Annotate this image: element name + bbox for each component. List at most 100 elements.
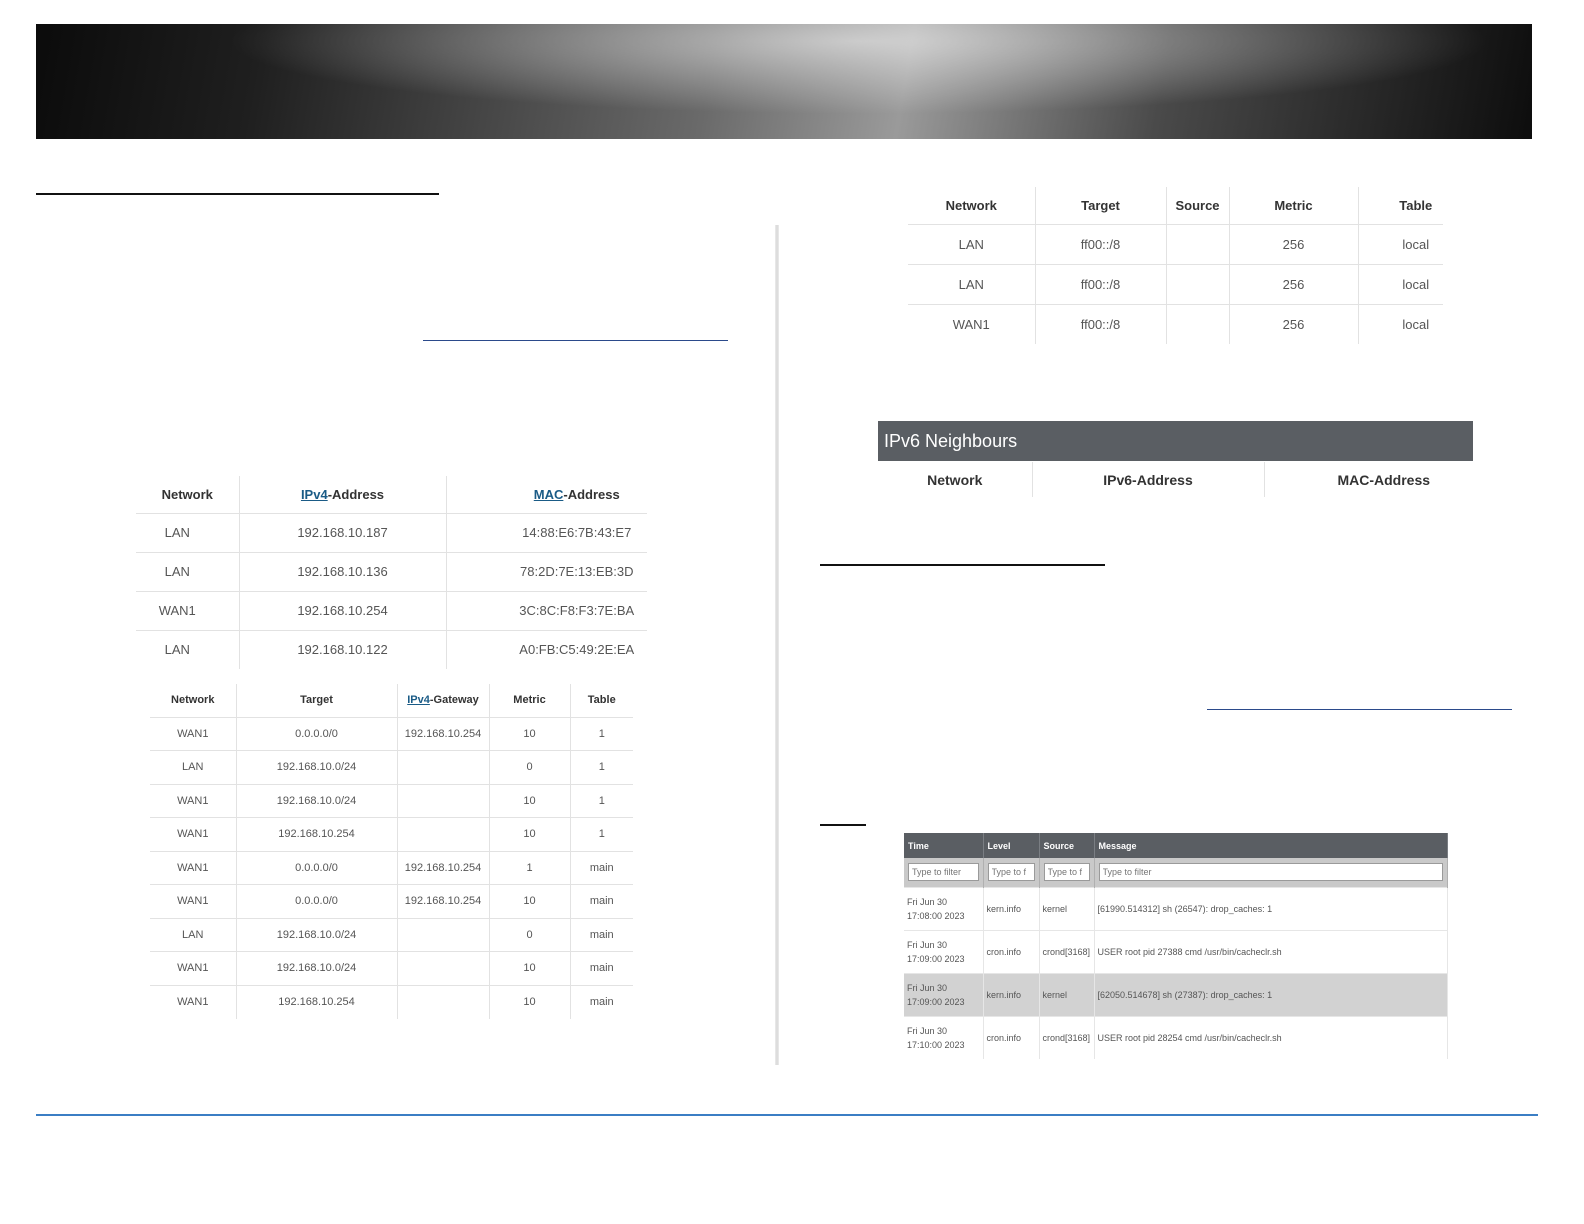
cell-target: ff00::/8 bbox=[1035, 303, 1167, 344]
table-header-row: Network IPv6-Address MAC-Address bbox=[878, 462, 1473, 497]
time-filter-input[interactable] bbox=[908, 863, 979, 882]
cell-target: 0.0.0.0/0 bbox=[236, 850, 398, 885]
log-message: USER root pid 28254 cmd /usr/bin/cachecl… bbox=[1094, 1015, 1448, 1059]
filter-cell-time bbox=[904, 858, 984, 887]
table-header-row: Network Target Source Metric Table bbox=[908, 187, 1443, 224]
col-ipv4-address: IPv4-Address bbox=[239, 476, 447, 513]
gateway-suffix: -Gateway bbox=[429, 694, 479, 707]
link-underline-left[interactable] bbox=[423, 340, 728, 341]
cell-metric: 256 bbox=[1229, 223, 1359, 264]
log-source: kernel bbox=[1039, 886, 1095, 930]
log-level: kern.info bbox=[983, 886, 1040, 930]
message-filter-input[interactable] bbox=[1098, 863, 1443, 882]
cell-gateway bbox=[397, 917, 490, 952]
cell-metric: 256 bbox=[1229, 263, 1359, 304]
col-network: Network bbox=[878, 462, 1033, 497]
col-source[interactable]: Source bbox=[1039, 833, 1095, 858]
cell-table: main bbox=[570, 884, 633, 918]
cell-metric: 10 bbox=[489, 984, 571, 1019]
cell-table: local bbox=[1358, 263, 1443, 304]
mac-suffix: -Address bbox=[563, 486, 620, 502]
log-message: [61990.514312] sh (26547): drop_caches: … bbox=[1094, 886, 1448, 930]
col-mac-address: MAC-Address bbox=[1337, 471, 1431, 488]
cell-network: LAN bbox=[150, 750, 237, 784]
log-level: cron.info bbox=[983, 1015, 1040, 1059]
cell-metric: 10 bbox=[489, 884, 571, 918]
footer-line bbox=[36, 1114, 1538, 1116]
cell-network: LAN bbox=[136, 629, 240, 669]
source-filter-input[interactable] bbox=[1043, 863, 1090, 882]
log-row: Fri Jun 30 17:08:00 2023 kern.info kerne… bbox=[904, 886, 1448, 930]
cell-target: 192.168.10.254 bbox=[236, 817, 398, 851]
cell-ipv4: 192.168.10.122 bbox=[239, 629, 447, 669]
cell-metric: 0 bbox=[489, 917, 571, 952]
header-banner bbox=[36, 24, 1532, 139]
col-message[interactable]: Message bbox=[1094, 833, 1448, 858]
ipv6-routes-table: Network Target Source Metric Table LAN ff… bbox=[908, 187, 1443, 344]
log-row: Fri Jun 30 17:10:00 2023 cron.info crond… bbox=[904, 1015, 1448, 1059]
cell-gateway bbox=[397, 783, 490, 818]
table-row: WAN1 192.168.10.254 10 main bbox=[150, 984, 633, 1019]
col-level[interactable]: Level bbox=[983, 833, 1040, 858]
cell-metric: 256 bbox=[1229, 303, 1359, 344]
col-ipv6-address: IPv6-Address bbox=[1032, 462, 1265, 497]
cell-metric: 10 bbox=[489, 951, 571, 985]
col-target: Target bbox=[1035, 187, 1167, 224]
link-underline-right[interactable] bbox=[1207, 709, 1512, 710]
cell-network: WAN1 bbox=[150, 817, 237, 851]
cell-network: WAN1 bbox=[150, 783, 237, 818]
table-header-row: Network Target IPv4-Gateway Metric Table bbox=[150, 684, 633, 717]
ipv4-suffix: -Address bbox=[327, 486, 385, 502]
log-time: Fri Jun 30 17:08:00 2023 bbox=[904, 886, 984, 930]
section-rule-right bbox=[820, 564, 1105, 566]
cell-mac: 3C:8C:F8:F3:7E:BA bbox=[446, 590, 647, 630]
col-ipv4-gateway: IPv4-Gateway bbox=[397, 684, 490, 717]
cell-metric: 0 bbox=[489, 750, 571, 784]
log-level: cron.info bbox=[983, 929, 1040, 973]
table-row: LAN 192.168.10.0/24 0 main bbox=[150, 917, 633, 952]
cell-table: local bbox=[1358, 303, 1443, 344]
cell-metric: 10 bbox=[489, 716, 571, 751]
table-header-row: Time Level Source Message bbox=[904, 833, 1448, 858]
col-metric: Metric bbox=[1229, 187, 1359, 224]
cell-mac: 78:2D:7E:13:EB:3D bbox=[446, 551, 647, 591]
log-source: crond[3168] bbox=[1039, 929, 1095, 973]
level-filter-input[interactable] bbox=[987, 863, 1035, 882]
filter-row bbox=[904, 858, 1448, 887]
mac-link[interactable]: MAC bbox=[534, 487, 564, 502]
table-row: LAN ff00::/8 256 local bbox=[908, 223, 1443, 264]
log-row: Fri Jun 30 17:09:00 2023 kern.info kerne… bbox=[904, 972, 1448, 1016]
cell-target: 192.168.10.0/24 bbox=[236, 750, 398, 784]
cell-source bbox=[1166, 263, 1230, 304]
table-header-row: Network IPv4-Address MAC-Address bbox=[136, 476, 647, 513]
cell-gateway bbox=[397, 984, 490, 1019]
cell-network: LAN bbox=[908, 223, 1036, 264]
cell-network: LAN bbox=[908, 263, 1036, 304]
table-row: LAN 192.168.10.187 14:88:E6:7B:43:E7 bbox=[136, 512, 647, 552]
col-network: Network bbox=[908, 187, 1036, 224]
table-row: WAN1 ff00::/8 256 local bbox=[908, 303, 1443, 344]
ipv4-link[interactable]: IPv4 bbox=[301, 487, 328, 502]
cell-target: 0.0.0.0/0 bbox=[236, 716, 398, 751]
ipv4-gateway-link[interactable]: IPv4 bbox=[407, 694, 430, 706]
col-time[interactable]: Time bbox=[904, 833, 984, 858]
cell-network: WAN1 bbox=[150, 951, 237, 985]
cell-network: LAN bbox=[136, 551, 240, 591]
table-row: LAN 192.168.10.122 A0:FB:C5:49:2E:EA bbox=[136, 629, 647, 669]
cell-target: ff00::/8 bbox=[1035, 263, 1167, 304]
table-row: WAN1 0.0.0.0/0 192.168.10.254 10 main bbox=[150, 884, 633, 918]
page-divider bbox=[775, 225, 779, 1065]
cell-table: 1 bbox=[570, 817, 633, 851]
cell-target: ff00::/8 bbox=[1035, 223, 1167, 264]
table-row: WAN1 0.0.0.0/0 192.168.10.254 10 1 bbox=[150, 716, 633, 751]
cell-table: 1 bbox=[570, 716, 633, 751]
cell-gateway: 192.168.10.254 bbox=[397, 850, 490, 885]
cell-network: WAN1 bbox=[150, 850, 237, 885]
table-row: WAN1 192.168.10.254 3C:8C:F8:F3:7E:BA bbox=[136, 590, 647, 630]
log-source: crond[3168] bbox=[1039, 1015, 1095, 1059]
cell-target: 192.168.10.0/24 bbox=[236, 917, 398, 952]
filter-cell-level bbox=[983, 858, 1040, 887]
table-row: WAN1 192.168.10.0/24 10 main bbox=[150, 951, 633, 985]
cell-table: 1 bbox=[570, 783, 633, 818]
cell-table: 1 bbox=[570, 750, 633, 784]
